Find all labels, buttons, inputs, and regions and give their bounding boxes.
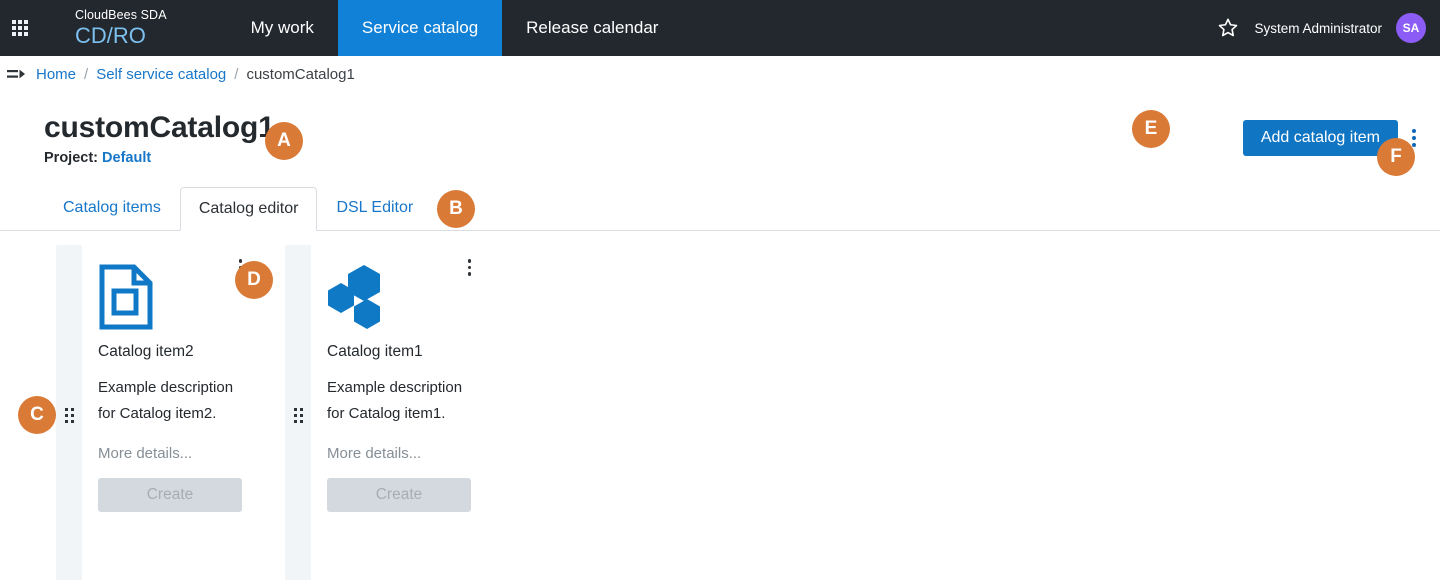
top-nav-right-cluster: System Administrator SA	[1216, 0, 1440, 56]
primary-nav-items: My work Service catalog Release calendar	[227, 0, 683, 56]
brand-logo[interactable]: CloudBees SDA CD/RO	[40, 0, 167, 56]
more-details-link[interactable]: More details...	[327, 445, 471, 462]
card-description: Example description for Catalog item1.	[327, 379, 463, 422]
page-title: customCatalog1	[44, 111, 275, 144]
create-button[interactable]: Create	[98, 478, 242, 512]
more-details-link[interactable]: More details...	[98, 445, 242, 462]
callout-badge-a: A	[265, 122, 303, 160]
tab-bar: Catalog items Catalog editor DSL Editor	[0, 186, 1440, 231]
nav-item-release-calendar[interactable]: Release calendar	[502, 0, 682, 56]
apps-grid-button[interactable]	[0, 0, 40, 56]
expand-sidebar-icon[interactable]	[6, 67, 28, 83]
nav-item-service-catalog[interactable]: Service catalog	[337, 0, 503, 56]
apps-grid-icon	[12, 20, 28, 36]
breadcrumb-separator: /	[234, 66, 239, 83]
page-overflow-menu-icon[interactable]	[1412, 129, 1416, 147]
brand-product-name: CloudBees SDA	[75, 8, 167, 22]
avatar[interactable]: SA	[1396, 13, 1426, 43]
card-description: Example description for Catalog item2.	[98, 379, 234, 422]
nav-item-my-work[interactable]: My work	[227, 0, 338, 56]
breadcrumb-separator: /	[84, 66, 89, 83]
create-button[interactable]: Create	[327, 478, 471, 512]
page-header: customCatalog1 Project: Default Add cata…	[0, 94, 1440, 166]
catalog-item-card-body: Catalog item1 Example description for Ca…	[311, 245, 487, 580]
project-link[interactable]: Default	[102, 150, 151, 166]
drag-handle[interactable]	[56, 245, 82, 580]
project-line: Project: Default	[44, 150, 275, 166]
drag-handle-icon	[64, 407, 74, 423]
breadcrumb: Home / Self service catalog / customCata…	[0, 56, 1440, 94]
tab-catalog-editor[interactable]: Catalog editor	[179, 187, 318, 231]
catalog-item-card[interactable]: Catalog item2 Example description for Ca…	[56, 245, 258, 580]
top-navigation-bar: CloudBees SDA CD/RO My work Service cata…	[0, 0, 1440, 56]
drag-handle[interactable]	[285, 245, 311, 580]
callout-badge-d: D	[235, 261, 273, 299]
project-label: Project:	[44, 150, 98, 166]
callout-badge-b: B	[437, 190, 475, 228]
tab-dsl-editor[interactable]: DSL Editor	[317, 186, 432, 230]
drag-handle-icon	[293, 407, 303, 423]
page-title-block: customCatalog1 Project: Default	[44, 110, 275, 166]
tab-catalog-items[interactable]: Catalog items	[44, 186, 180, 230]
brand-module-name: CD/RO	[75, 23, 146, 48]
breadcrumb-item-home[interactable]: Home	[36, 66, 76, 83]
callout-badge-c: C	[18, 396, 56, 434]
card-title: Catalog item1	[327, 343, 423, 360]
catalog-item-card-grid: Catalog item2 Example description for Ca…	[0, 231, 1440, 580]
hexagons-icon	[327, 263, 471, 341]
tab-list: Catalog items Catalog editor DSL Editor	[44, 186, 1440, 231]
catalog-item-card-body: Catalog item2 Example description for Ca…	[82, 245, 258, 580]
user-name-label: System Administrator	[1254, 20, 1382, 36]
callout-badge-e: E	[1132, 110, 1170, 148]
callout-badge-f: F	[1377, 138, 1415, 176]
document-icon	[98, 263, 242, 341]
card-title: Catalog item2	[98, 343, 194, 360]
card-overflow-menu-icon[interactable]	[467, 259, 471, 276]
breadcrumb-item-current: customCatalog1	[246, 66, 355, 83]
breadcrumb-item-self-service-catalog[interactable]: Self service catalog	[96, 66, 226, 83]
star-icon[interactable]	[1216, 16, 1240, 40]
catalog-item-card[interactable]: Catalog item1 Example description for Ca…	[285, 245, 487, 580]
add-catalog-item-button[interactable]: Add catalog item	[1242, 120, 1398, 156]
